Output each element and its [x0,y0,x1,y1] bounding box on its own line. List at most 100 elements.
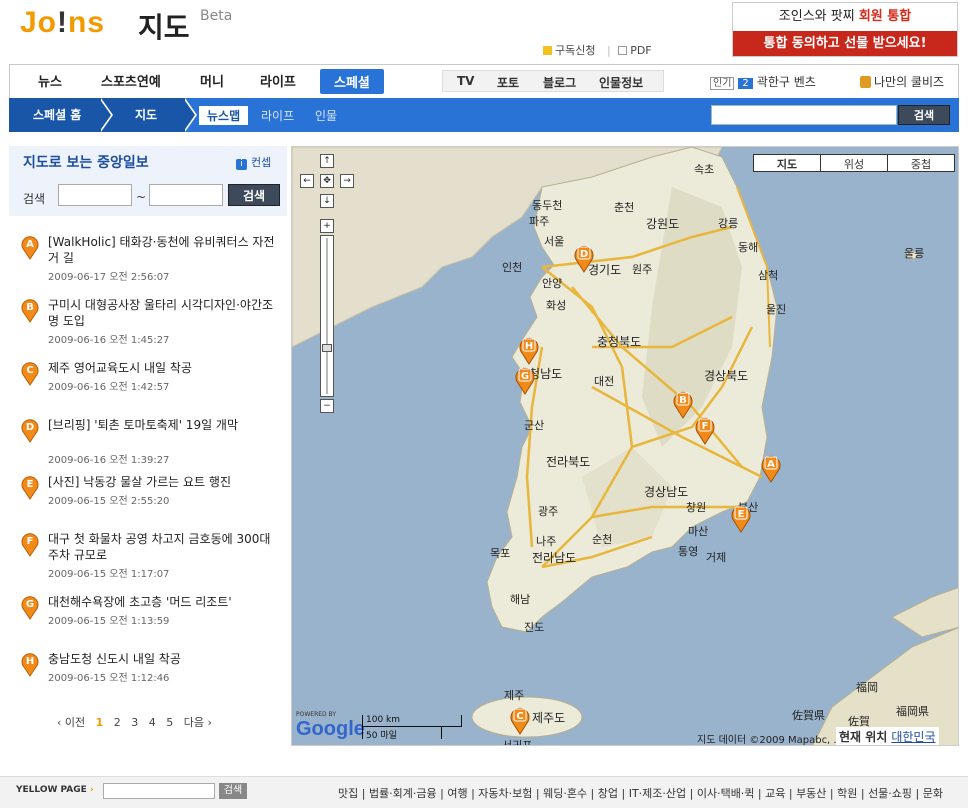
news-title[interactable]: 대천해수욕장에 초고층 '머드 리조트' [48,594,278,610]
map-view[interactable]: 지도 위성 중첩 ↑ ← ✥ → ↓ + − 속초 동두천 춘천 파주 강원도 강릉 서울 동… [291,146,959,746]
news-title[interactable]: 충남도청 신도시 내일 착공 [48,651,278,667]
news-item[interactable]: C 제주 영어교육도시 내일 착공 2009-06-16 오전 1:42:57 [9,360,287,416]
news-date: 2009-06-15 오전 1:13:59 [48,616,170,627]
nav-photo[interactable]: 포토 [497,74,519,91]
nav-blog[interactable]: 블로그 [543,74,576,91]
map-place-label: 나주 [536,535,557,548]
map-canvas [292,147,958,745]
tab-life[interactable]: 라이프 [261,107,294,124]
crumb-map[interactable]: 지도 [135,98,157,132]
pager-next[interactable]: 다음 › [184,716,212,729]
news-title[interactable]: 구미시 대형공사장 울타리 시각디자인·야간조명 도입 [48,297,278,329]
pan-center-icon[interactable]: ✥ [320,174,334,188]
map-place-label: 제주 [504,689,525,702]
map-place-label: 군산 [524,419,545,432]
tab-people[interactable]: 인물 [315,107,337,124]
pan-down-icon[interactable]: ↓ [320,194,334,208]
map-place-label: 서울 [544,235,565,248]
map-type-satellite[interactable]: 위성 [821,156,887,172]
joins-logo[interactable]: Jo!ns [20,6,105,40]
yellowpage-search-input[interactable] [103,783,215,799]
pager-page[interactable]: 1 [96,716,104,729]
svg-text:E: E [27,479,34,490]
pan-up-icon[interactable]: ↑ [320,154,334,168]
svg-text:A: A [26,239,34,250]
news-item[interactable]: F 대구 첫 화물차 공영 차고지 금호동에 300대 주차 규모로 2009-06… [9,531,287,587]
nav-news[interactable]: 뉴스 [38,71,62,90]
map-place-label: 대전 [594,375,615,388]
nav-tv[interactable]: TV [457,74,474,88]
date-search-button[interactable]: 검색 [228,184,280,206]
map-type-map[interactable]: 지도 [754,156,820,172]
news-item[interactable]: E [사진] 낙동강 물살 가르는 요트 행진 2009-06-15 오전 2:55… [9,474,287,530]
zoom-out-icon[interactable]: − [320,399,334,413]
beta-label: Beta [200,8,233,24]
yellowpage-search-button[interactable]: 검색 [219,783,247,799]
news-title[interactable]: 제주 영어교육도시 내일 착공 [48,360,278,376]
map-place-label: 福岡 [856,681,878,694]
news-title[interactable]: [사진] 낙동강 물살 가르는 요트 행진 [48,474,278,490]
zoom-in-icon[interactable]: + [320,219,334,233]
top-search-input[interactable] [711,105,897,125]
pager-page[interactable]: 4 [149,716,156,729]
news-item[interactable]: D [브리핑] '퇴촌 토마토축제' 19일 개막 2009-06-16 오전 1:… [9,417,287,473]
coolbiz-link[interactable]: 나만의 쿨비즈 [860,73,944,90]
date-from-input[interactable] [58,184,132,206]
pager-page[interactable]: 5 [166,716,173,729]
map-place-label: 통영 [678,545,699,558]
map-place-label: 거제 [706,551,727,564]
map-place-label: 순천 [592,533,613,546]
news-item[interactable]: H 충남도청 신도시 내일 착공 2009-06-15 오전 1:12:46 [9,651,287,707]
news-title[interactable]: 대구 첫 화물차 공영 차고지 금호동에 300대 주차 규모로 [48,531,278,563]
map-place-label: 제주도 [532,711,566,725]
map-place-label: 福岡県 [896,705,929,718]
nav-life[interactable]: 라이프 [260,71,296,90]
map-type-hybrid[interactable]: 중첩 [888,156,954,172]
pager-prev[interactable]: ‹ 이전 [57,716,85,729]
nav-special[interactable]: 스페셜 [320,69,384,94]
pan-right-icon[interactable]: → [340,174,354,188]
map-place-label: 佐賀県 [792,709,825,722]
news-item[interactable]: B 구미시 대형공사장 울타리 시각디자인·야간조명 도입 2009-06-16 오… [9,297,287,353]
map-place-label: 전라북도 [546,455,591,469]
marker-c-icon: C [21,362,39,386]
map-type-toggle: 지도 위성 중첩 [753,154,955,172]
zoom-slider-handle[interactable] [322,344,332,352]
popular-search[interactable]: 인기 2 곽한구 벤츠 [710,73,816,90]
svg-text:C: C [516,711,523,722]
current-location-link[interactable]: 대한민국 [891,730,935,744]
top-search-button[interactable]: 검색 [898,105,950,125]
news-title[interactable]: [WalkHolic] 태화강·동천에 유비쿼터스 자전거 길 [48,234,278,266]
nav-people[interactable]: 인물정보 [599,74,643,91]
news-date: 2009-06-16 오전 1:39:27 [48,455,170,466]
subscribe-link[interactable]: 구독신청 [543,44,599,57]
pdf-link[interactable]: PDF [618,44,655,57]
date-to-input[interactable] [149,184,223,206]
pan-left-icon[interactable]: ← [300,174,314,188]
news-title[interactable]: [브리핑] '퇴촌 토마토축제' 19일 개막 [48,417,278,433]
header-links: 구독신청 | PDF [543,42,660,58]
tab-newsmap[interactable]: 뉴스맵 [199,106,249,125]
concept-link[interactable]: i 컨셉 [236,154,271,170]
subscribe-icon [543,46,552,55]
svg-text:G: G [521,371,529,382]
news-date: 2009-06-15 오전 1:12:46 [48,673,170,684]
map-place-label: 진도 [524,621,545,634]
map-place-label: 서귀포 [502,739,533,746]
news-date: 2009-06-16 오전 1:45:27 [48,335,170,346]
membership-ad[interactable]: 조인스와 팟찌 회원 통합 통합 동의하고 선물 받으세요! [732,2,958,57]
svg-text:D: D [580,249,588,260]
nav-sports[interactable]: 스포츠연예 [101,71,161,90]
nav-money[interactable]: 머니 [200,71,224,90]
marker-d-icon: D [21,419,39,443]
yellowpage-logo: YELLOW PAGE › [16,785,94,795]
map-place-label: 속초 [694,163,715,176]
pager-page[interactable]: 3 [131,716,138,729]
pager-page[interactable]: 2 [114,716,121,729]
yellowpage-categories[interactable]: 맛집 | 법률·회계·금융 | 여행 | 자동차·보험 | 웨딩·혼수 | 창업… [338,785,943,801]
google-branding[interactable]: POWERED BY Google [296,711,365,741]
crumb-special-home[interactable]: 스페셜 홈 [33,98,81,132]
news-item[interactable]: A [WalkHolic] 태화강·동천에 유비쿼터스 자전거 길 2009-06-… [9,234,287,290]
zoom-slider-track[interactable] [320,235,334,397]
news-item[interactable]: G 대천해수욕장에 초고층 '머드 리조트' 2009-06-15 오전 1:13:… [9,594,287,650]
